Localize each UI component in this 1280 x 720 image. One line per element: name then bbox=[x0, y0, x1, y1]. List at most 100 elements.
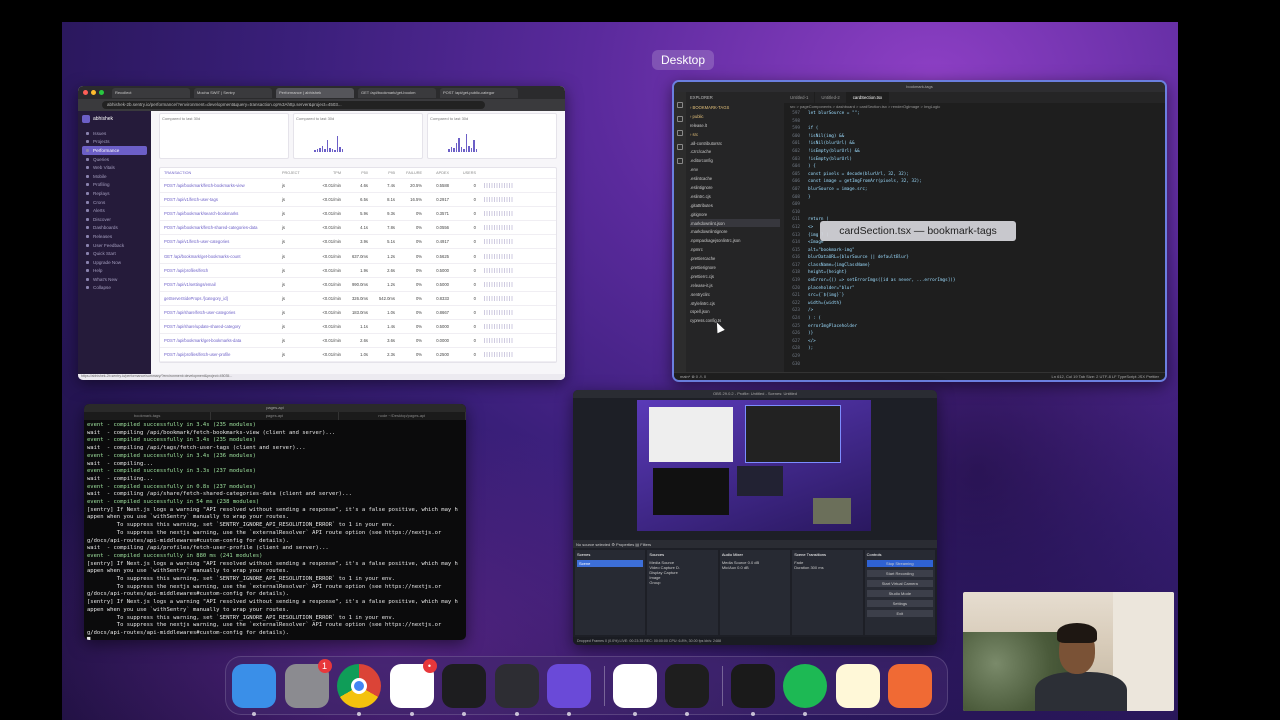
obs-mixer-item[interactable]: Mic/Aux 0.0 dB bbox=[722, 565, 788, 570]
sidebar-item-upgrade-now[interactable]: Upgrade Now bbox=[82, 258, 147, 267]
dock-notes-icon[interactable] bbox=[835, 663, 880, 708]
dock-vscode-icon[interactable] bbox=[612, 663, 657, 716]
search-icon[interactable] bbox=[677, 116, 683, 122]
sidebar-item-web-vitals[interactable]: Web Vitals bbox=[82, 163, 147, 172]
table-row[interactable]: POST /api/share/fetch-user-categories js <… bbox=[160, 306, 556, 320]
extensions-icon[interactable] bbox=[677, 158, 683, 164]
dock-obs-icon[interactable] bbox=[494, 663, 539, 716]
browser-tab[interactable]: POST /api/get-public-categor bbox=[440, 88, 518, 98]
explorer-file[interactable]: cspell.json bbox=[690, 307, 780, 316]
dock-slack-icon[interactable]: • bbox=[389, 658, 437, 716]
dock-chrome-icon[interactable] bbox=[337, 663, 381, 716]
editor-tab[interactable]: cardSection.tsx bbox=[846, 92, 890, 103]
table-row[interactable]: POST /api/profiles/fetch js <0.01/min 1.9s 2… bbox=[160, 264, 556, 278]
explorer-file[interactable]: .all-contributorsrc bbox=[690, 139, 780, 148]
editor-tab[interactable]: Untitled-2 bbox=[815, 92, 847, 103]
explorer-file[interactable]: cypress.config.ts bbox=[690, 316, 780, 325]
explorer-file[interactable]: .prettiercache bbox=[690, 254, 780, 263]
dock-figma-icon[interactable] bbox=[665, 663, 709, 716]
table-row[interactable]: POST /api/v1/fetch-user-categories js <0.0… bbox=[160, 235, 556, 250]
dock-imovie-star-icon[interactable] bbox=[547, 663, 591, 716]
table-row[interactable]: POST /api/profiles/fetch-user-profile js <… bbox=[160, 348, 556, 363]
status-branch[interactable]: main* ⊗ 0 ⚠ 0 bbox=[680, 374, 706, 379]
sidebar-item-replays[interactable]: Replays bbox=[82, 189, 147, 198]
sidebar-item-discover[interactable]: Discover bbox=[82, 215, 147, 224]
table-row[interactable]: getServerSideProps /[category_id] js <0.01… bbox=[160, 292, 556, 306]
sidebar-item-dashboards[interactable]: Dashboards bbox=[82, 224, 147, 233]
status-cursor-info[interactable]: Ln 612, Col 19 Tab Size: 2 UTF-8 LF Type… bbox=[1052, 374, 1159, 379]
breadcrumb[interactable]: src > pageComponents > dashboard > cardS… bbox=[784, 103, 1165, 111]
explorer-file[interactable]: .gitignore bbox=[690, 210, 780, 219]
explorer-file[interactable]: .eslintcache bbox=[690, 174, 780, 183]
explorer-file[interactable]: release.lt bbox=[690, 121, 780, 130]
terminal-output[interactable]: event - compiled successfully in 3.4s (2… bbox=[84, 420, 466, 640]
sidebar-item-profiling[interactable]: Profiling bbox=[82, 181, 147, 190]
sidebar-item-crons[interactable]: Crons bbox=[82, 198, 147, 207]
org-switcher[interactable]: abhishek bbox=[82, 115, 147, 123]
sidebar-item-what-s-new[interactable]: What's New bbox=[82, 275, 147, 284]
sidebar-item-quick-start[interactable]: Quick Start bbox=[82, 249, 147, 258]
table-row[interactable]: GET /api/bookmark/get-bookmarks-count js <… bbox=[160, 249, 556, 264]
explorer-file[interactable]: .stylelintrc.cjs bbox=[690, 299, 780, 308]
sidebar-item-projects[interactable]: Projects bbox=[82, 138, 147, 147]
explorer-file[interactable]: .prettierrc.cjs bbox=[690, 272, 780, 281]
obs-controls-item[interactable]: Studio Mode bbox=[866, 590, 934, 597]
explorer-file[interactable]: .env bbox=[690, 165, 780, 174]
files-icon[interactable] bbox=[677, 102, 683, 108]
explorer-file[interactable]: .markdownlint.json bbox=[690, 218, 780, 228]
obs-controls-item[interactable]: Start Virtual Camera bbox=[866, 580, 934, 587]
terminal-window[interactable]: pages-api bookmark-tags pages-api node ~/D… bbox=[84, 404, 466, 640]
dock-system-settings-icon[interactable]: 1 bbox=[284, 658, 332, 708]
editor-tab[interactable]: Untitled-1 bbox=[784, 92, 816, 103]
sidebar-item-releases[interactable]: Releases bbox=[82, 232, 147, 241]
sidebar-item-performance[interactable]: Performance bbox=[82, 146, 147, 155]
sidebar-item-issues[interactable]: Issues bbox=[82, 129, 147, 138]
explorer-file[interactable]: .eslintrc.cjs bbox=[690, 192, 780, 201]
table-row[interactable]: POST /api/v1/fetch-user-tags js <0.01/min 6… bbox=[160, 193, 556, 208]
obs-sources-item[interactable]: Group bbox=[649, 580, 715, 585]
sidebar-item-collapse[interactable]: Collapse bbox=[82, 284, 147, 293]
obs-controls-item[interactable]: Stop Streaming bbox=[866, 560, 934, 567]
sidebar-item-alerts[interactable]: Alerts bbox=[82, 206, 147, 215]
browser-tab[interactable]: Performance | abhishek bbox=[276, 88, 354, 98]
explorer-file[interactable]: .editorconfig bbox=[690, 156, 780, 165]
dock-pencil-app-icon[interactable] bbox=[888, 663, 932, 708]
explorer-file[interactable]: .gitattributes bbox=[690, 201, 780, 210]
browser-tab[interactable]: GET /api/bookmark/get-bookm bbox=[358, 88, 436, 98]
explorer-folder[interactable]: › BOOKMARK-TAGS bbox=[690, 103, 780, 112]
table-row[interactable]: POST /api/share/update-shared-category js… bbox=[160, 320, 556, 335]
obs-scenes-item[interactable]: Scene bbox=[577, 560, 644, 567]
terminal-tab[interactable]: bookmark-tags bbox=[84, 412, 212, 420]
explorer-file[interactable]: .npmpackagejsonlintrc.json bbox=[690, 236, 780, 245]
url-field[interactable]: abhishek-2b.sentry.io/performance/?envir… bbox=[102, 101, 485, 109]
browser-tab[interactable]: Mocha SWIT | Sentry bbox=[194, 88, 272, 98]
sidebar-item-mobile[interactable]: Mobile bbox=[82, 172, 147, 181]
sidebar-item-user-feedback[interactable]: User Feedback bbox=[82, 241, 147, 250]
table-row[interactable]: POST /api/bookmark/search-bookmarks js <0.… bbox=[160, 207, 556, 222]
browser-tab[interactable]: Recollect bbox=[112, 88, 190, 98]
obs-window[interactable]: OBS 29.0.2 - Profile: Untitled - Scenes:… bbox=[573, 390, 937, 645]
explorer-file[interactable]: .eslintignore bbox=[690, 183, 780, 192]
explorer-folder[interactable]: › public bbox=[690, 112, 780, 121]
explorer-folder[interactable]: › src bbox=[690, 130, 780, 139]
dock-spotify-icon[interactable] bbox=[783, 663, 827, 716]
sidebar-item-help[interactable]: Help bbox=[82, 267, 147, 276]
explorer-file[interactable]: .prettierignore bbox=[690, 263, 780, 272]
code-view[interactable]: 597 let blurSource = ""; 598 599 if (600 !is… bbox=[784, 111, 1165, 372]
table-row[interactable]: POST /api/bookmark/fetch-shared-categori… bbox=[160, 221, 556, 236]
dock-terminal-icon[interactable] bbox=[442, 663, 486, 716]
run-debug-icon[interactable] bbox=[677, 144, 683, 150]
dock-finder-icon[interactable] bbox=[232, 663, 276, 716]
explorer-file[interactable]: .npmrc bbox=[690, 245, 780, 254]
obs-controls-item[interactable]: Start Recording bbox=[866, 570, 934, 577]
obs-transitions-item[interactable]: Duration 300 ms bbox=[794, 565, 860, 570]
explorer-file[interactable]: .sentryclirc bbox=[690, 290, 780, 299]
sidebar-item-queries[interactable]: Queries bbox=[82, 155, 147, 164]
source-control-icon[interactable] bbox=[677, 130, 683, 136]
obs-controls-item[interactable]: Settings bbox=[866, 600, 934, 607]
table-row[interactable]: POST /api/bookmark/fetch-bookmarks-view j… bbox=[160, 179, 556, 194]
table-row[interactable]: POST /api/bookmark/get-bookmarks-data js <… bbox=[160, 334, 556, 349]
explorer-file[interactable]: .markdownlintignore bbox=[690, 227, 780, 236]
terminal-tab[interactable]: node ~/Desktop/pages-api bbox=[339, 412, 466, 420]
browser-window-sentry[interactable]: Recollect Mocha SWIT | Sentry Performance … bbox=[78, 86, 565, 380]
